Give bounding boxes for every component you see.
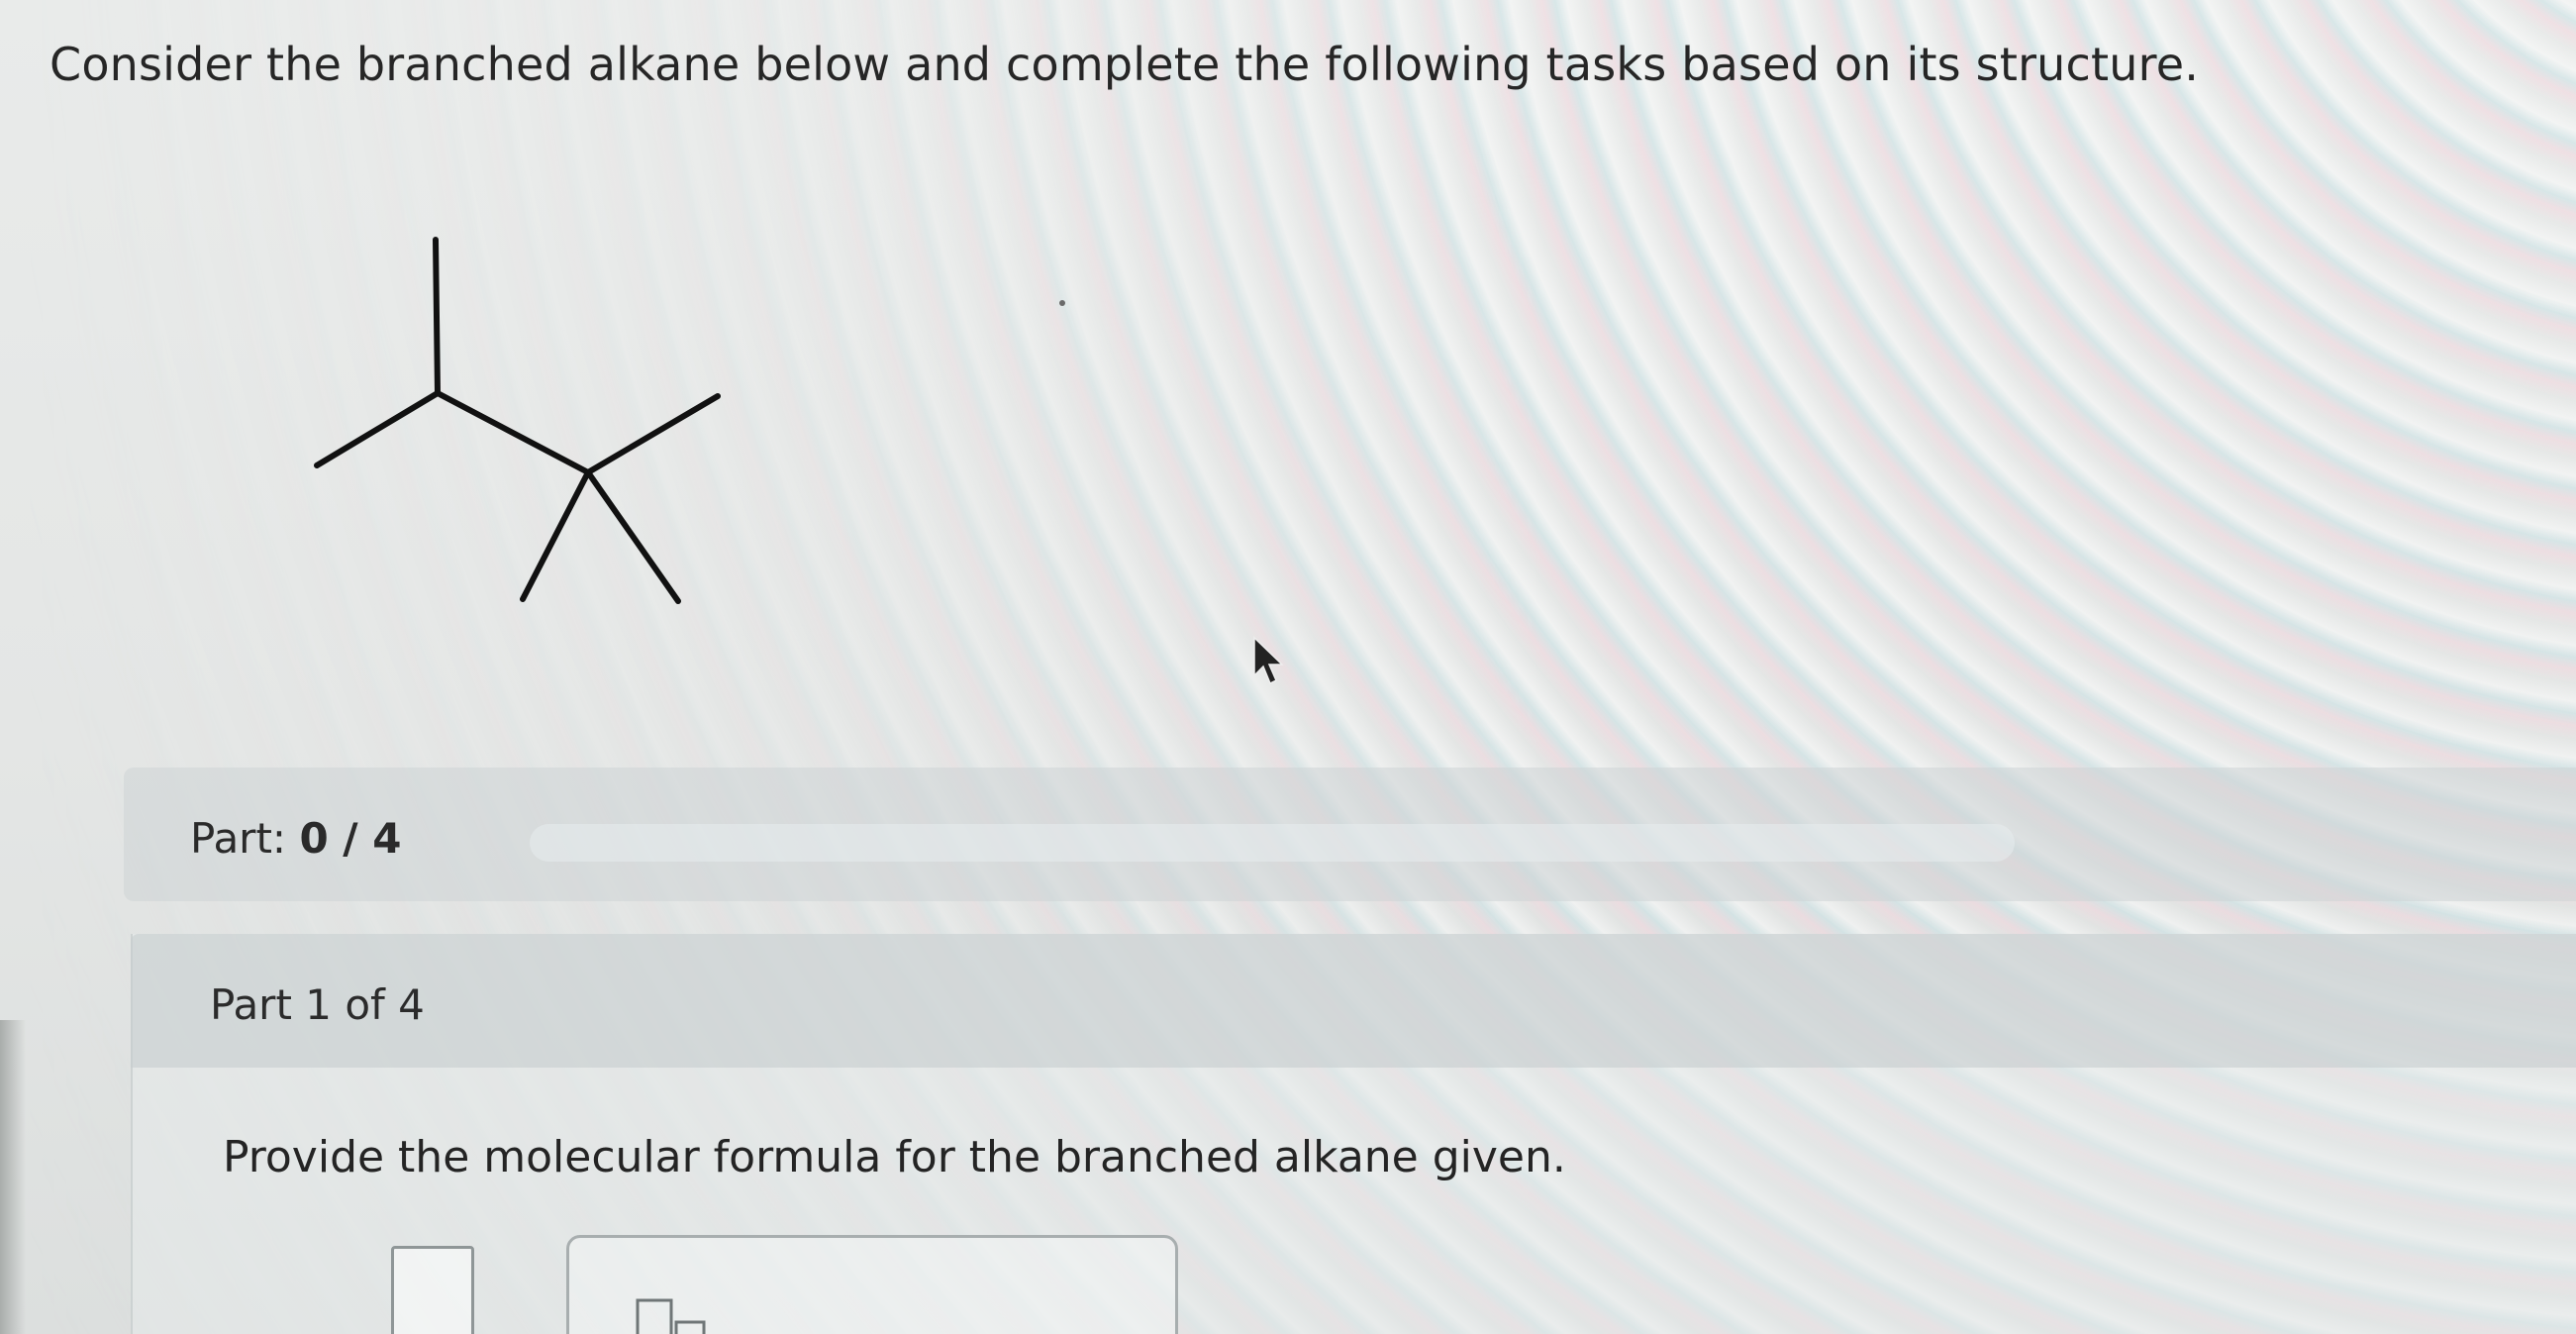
screen-edge-shadow (0, 1020, 26, 1334)
mouse-pointer-icon (1253, 636, 1284, 685)
screen: Consider the branched alkane below and c… (0, 0, 2576, 1334)
screen-speck (1059, 300, 1065, 306)
bond (435, 390, 591, 475)
bond (585, 469, 681, 604)
part-section-header (131, 934, 2576, 1068)
subscript-template-icon[interactable] (635, 1292, 724, 1334)
bond (314, 390, 441, 468)
bond (433, 237, 441, 396)
part-instruction: Provide the molecular formula for the br… (223, 1132, 1566, 1182)
progress-value: 0 / 4 (299, 814, 402, 863)
bond (585, 393, 721, 475)
question-text: Consider the branched alkane below and c… (50, 38, 2200, 91)
branched-alkane-structure (314, 237, 721, 604)
bond (520, 469, 591, 602)
formula-answer-input[interactable] (391, 1246, 474, 1334)
progress-prefix: Part: (190, 814, 287, 863)
progress-track (530, 824, 2015, 862)
part-section-title: Part 1 of 4 (210, 980, 425, 1029)
progress-label: Part: 0 / 4 (190, 814, 401, 863)
